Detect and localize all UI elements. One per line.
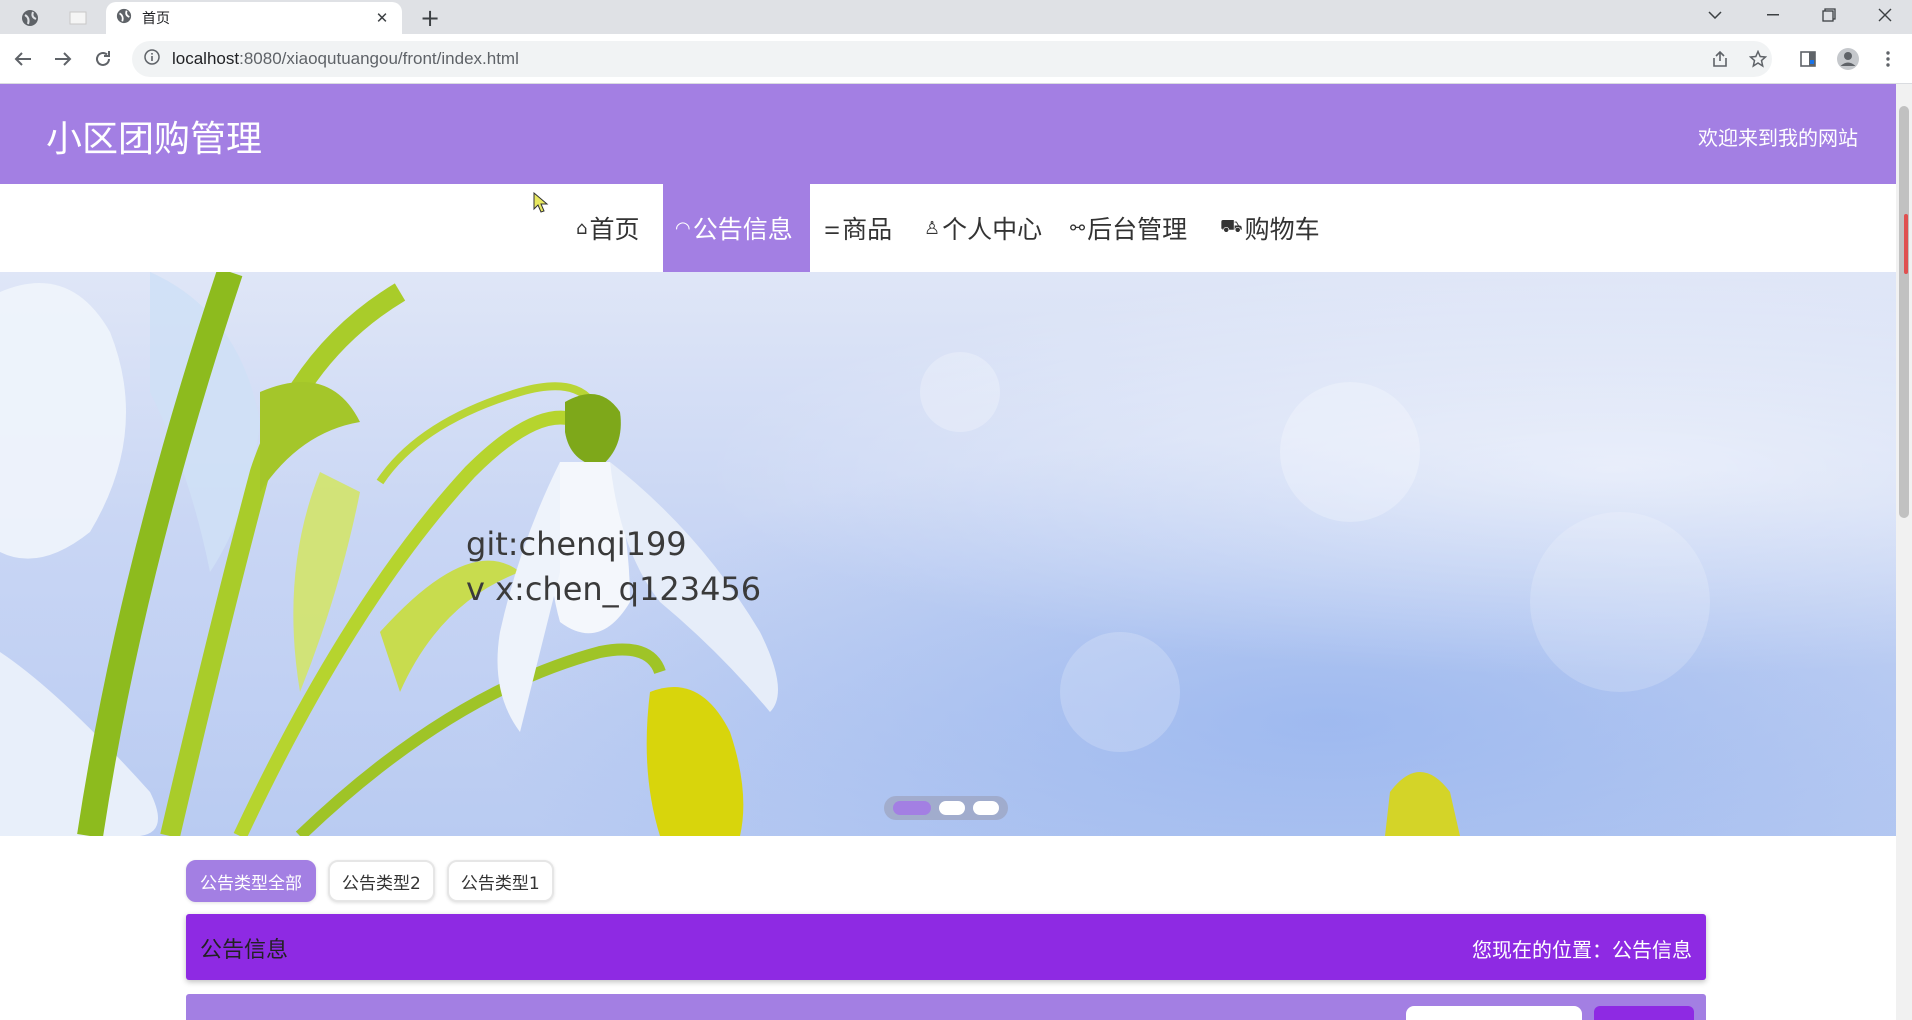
scrollbar-marker <box>1904 214 1908 274</box>
hero-carousel[interactable]: git:chenqi199 v x:chen_q123456 <box>0 272 1896 836</box>
nav-item-label: 后台管理 <box>1087 215 1188 244</box>
globe-icon[interactable] <box>12 4 48 32</box>
search-input[interactable] <box>1406 1006 1582 1020</box>
nav-item-admin[interactable]: ⚯ 后台管理 <box>1058 184 1199 272</box>
url-path: :8080/xiaoqutuangou/front/index.html <box>239 49 519 68</box>
forward-arrow-icon[interactable] <box>48 44 78 74</box>
cart-icon: ⛟ <box>1220 216 1243 237</box>
filter-type-1[interactable]: 公告类型1 <box>446 860 554 902</box>
star-icon[interactable] <box>1742 41 1774 77</box>
sliders-icon: ⚌ <box>824 217 841 239</box>
welcome-text: 欢迎来到我的网站 <box>1698 126 1858 150</box>
blank-page-icon[interactable] <box>60 4 96 32</box>
nav-item-label: 购物车 <box>1244 215 1320 244</box>
close-icon[interactable]: ✕ <box>372 8 392 28</box>
carousel-indicators <box>884 796 1008 820</box>
browser-toolbar: localhost:8080/xiaoqutuangou/front/index… <box>0 34 1912 84</box>
page-viewport: 小区团购管理 欢迎来到我的网站 ⌂ 首页 ◠ 公告信息 ⚌ 商品 ♙ 个人中心 ⚯ 后台管… <box>0 84 1896 1020</box>
browser-tab-strip: 首页 ✕ + <box>0 0 1912 34</box>
mouse-cursor-icon <box>533 192 549 213</box>
url-host: localhost <box>172 49 240 68</box>
address-bar[interactable]: localhost:8080/xiaoqutuangou/front/index… <box>132 41 1772 77</box>
search-bar <box>186 994 1706 1020</box>
side-panel-icon[interactable] <box>1792 41 1824 77</box>
scrollbar-thumb[interactable] <box>1899 106 1909 518</box>
section-title: 公告信息 <box>200 938 289 963</box>
home-icon: ⌂ <box>576 217 588 239</box>
banner-caption: git:chenqi199 v x:chen_q123456 <box>466 522 761 612</box>
site-header: 小区团购管理 欢迎来到我的网站 <box>0 84 1896 184</box>
site-title: 小区团购管理 <box>46 119 263 160</box>
tab-title: 首页 <box>142 11 170 27</box>
banner-caption-line1: git:chenqi199 <box>466 525 687 563</box>
back-arrow-icon[interactable] <box>8 44 38 74</box>
filter-all-types[interactable]: 公告类型全部 <box>186 860 316 902</box>
carousel-dot[interactable] <box>939 801 965 815</box>
filter-type-2[interactable]: 公告类型2 <box>328 860 435 902</box>
main-nav: ⌂ 首页 ◠ 公告信息 ⚌ 商品 ♙ 个人中心 ⚯ 后台管理 ⛟ 购物车 <box>0 184 1896 272</box>
minimize-icon[interactable] <box>1750 0 1796 30</box>
nav-item-profile[interactable]: ♙ 个人中心 <box>912 184 1054 272</box>
page-scrollbar[interactable] <box>1896 84 1912 1020</box>
reload-icon[interactable] <box>88 44 118 74</box>
breadcrumb: 您现在的位置：公告信息 <box>1472 938 1692 962</box>
notice-type-filters: 公告类型全部 公告类型2 公告类型1 <box>186 860 554 904</box>
chevron-down-icon[interactable] <box>1692 0 1738 30</box>
nav-item-cart[interactable]: ⛟ 购物车 <box>1208 184 1332 272</box>
dashboard-icon: ◠ <box>675 217 691 239</box>
url-text: localhost:8080/xiaoqutuangou/front/index… <box>172 49 519 69</box>
nav-item-products[interactable]: ⚌ 商品 <box>812 184 904 272</box>
menu-kebab-icon[interactable] <box>1872 41 1904 77</box>
section-header: 公告信息 您现在的位置：公告信息 <box>186 914 1706 980</box>
restore-icon[interactable] <box>1806 0 1852 30</box>
carousel-dot[interactable] <box>893 801 931 815</box>
info-icon[interactable] <box>144 49 160 69</box>
nav-item-label: 首页 <box>589 215 640 244</box>
link-icon: ⚯ <box>1070 217 1086 239</box>
user-icon: ♙ <box>924 217 941 239</box>
nav-item-label: 公告信息 <box>692 215 793 244</box>
active-tab[interactable]: 首页 ✕ <box>106 2 402 34</box>
nav-item-home[interactable]: ⌂ 首页 <box>564 184 651 272</box>
share-icon[interactable] <box>1704 41 1736 77</box>
window-close-icon[interactable] <box>1862 0 1908 30</box>
nav-item-notices[interactable]: ◠ 公告信息 <box>663 184 810 272</box>
nav-item-label: 商品 <box>842 215 893 244</box>
carousel-dot[interactable] <box>973 801 999 815</box>
nav-item-label: 个人中心 <box>942 215 1043 244</box>
globe-icon <box>116 8 132 28</box>
search-button[interactable] <box>1594 1006 1694 1020</box>
profile-avatar-icon[interactable] <box>1832 41 1864 77</box>
banner-caption-line2: v x:chen_q123456 <box>466 570 762 608</box>
new-tab-button[interactable]: + <box>414 4 446 32</box>
flower-illustration <box>0 272 1710 836</box>
